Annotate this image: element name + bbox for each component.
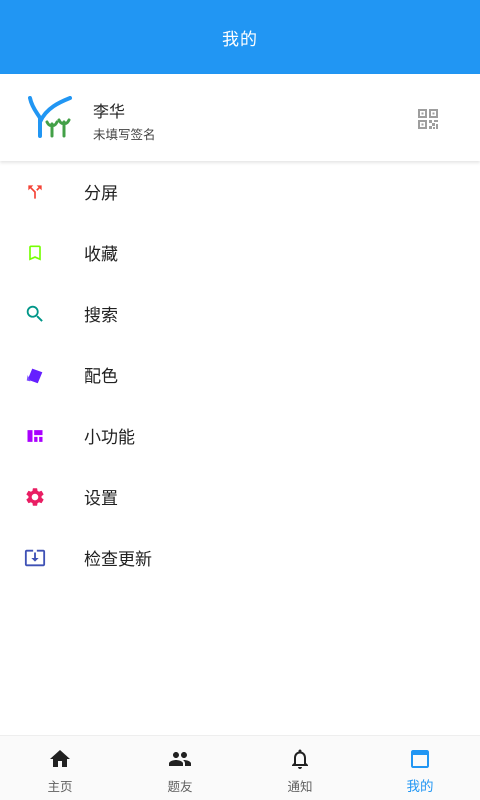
people-icon (168, 747, 192, 771)
dashboard-icon (23, 424, 47, 448)
palette-cards-icon (23, 363, 47, 387)
page-title: 我的 (222, 29, 258, 50)
nav-notifications[interactable]: 通知 (240, 736, 360, 800)
menu-item-label: 设置 (84, 489, 118, 509)
profile-card[interactable]: 李华 未填写签名 (0, 74, 480, 161)
menu-item-color-scheme[interactable]: 配色 (0, 344, 480, 405)
menu-item-split-screen[interactable]: 分屏 (0, 161, 480, 222)
menu-item-label: 搜索 (84, 306, 118, 326)
download-box-icon (23, 546, 47, 570)
search-icon (23, 302, 47, 326)
bookmark-icon (23, 241, 47, 265)
menu-list: 分屏 收藏 搜索 配色 小功能 设置 检查更新 (0, 161, 480, 588)
gear-icon (23, 485, 47, 509)
window-icon (408, 747, 432, 771)
menu-item-widgets[interactable]: 小功能 (0, 405, 480, 466)
bell-icon (288, 747, 312, 771)
bottom-navigation: 主页 题友 通知 我的 (0, 735, 480, 800)
qr-code-icon[interactable] (416, 107, 440, 131)
menu-item-check-update[interactable]: 检查更新 (0, 527, 480, 588)
menu-item-settings[interactable]: 设置 (0, 466, 480, 527)
home-icon (48, 747, 72, 771)
nav-label: 题友 (167, 779, 193, 794)
menu-item-search[interactable]: 搜索 (0, 283, 480, 344)
nav-label: 我的 (406, 779, 434, 795)
tree-logo-icon (28, 96, 72, 138)
split-screen-icon (23, 180, 47, 204)
menu-item-label: 分屏 (84, 184, 118, 204)
user-name: 李华 (93, 102, 126, 121)
nav-label: 通知 (287, 779, 313, 794)
nav-mine[interactable]: 我的 (360, 736, 480, 800)
nav-friends[interactable]: 题友 (120, 736, 240, 800)
user-signature: 未填写签名 (93, 127, 156, 142)
nav-home[interactable]: 主页 (0, 736, 120, 800)
menu-item-label: 小功能 (84, 428, 135, 448)
nav-label: 主页 (47, 779, 73, 794)
menu-item-label: 配色 (84, 367, 118, 387)
menu-item-favorites[interactable]: 收藏 (0, 222, 480, 283)
menu-item-label: 收藏 (84, 245, 118, 265)
app-bar: 我的 (0, 0, 480, 74)
menu-item-label: 检查更新 (84, 550, 152, 570)
